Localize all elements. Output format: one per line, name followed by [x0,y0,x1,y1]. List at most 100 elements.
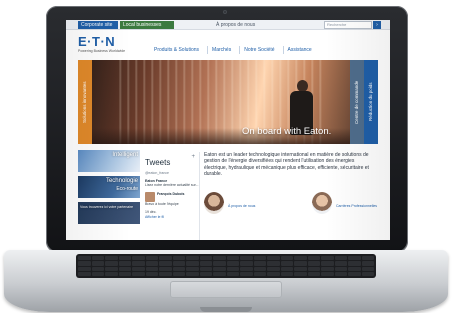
tweets-handle[interactable]: @eaton_france [145,171,199,175]
keyboard-key [132,271,145,276]
keyboard-key [280,256,293,261]
keyboard-key [334,271,347,276]
keyboard-key [267,266,280,271]
keyboard-key [118,256,131,261]
keyboard-key [321,266,334,271]
keyboard-key [118,271,131,276]
tweet-item[interactable]: François Dubois Bravo à toute l'équipe [145,191,199,206]
keyboard-key [145,256,158,261]
about-text: Eaton est un leader technologique intern… [204,152,369,177]
keyboard-key [78,271,91,276]
keyboard-key [321,261,334,266]
keyboard-key [199,271,212,276]
keyboard-key [118,266,131,271]
keyboard-key [226,271,239,276]
keyboard-key [145,266,158,271]
tweet-item[interactable]: Eaton France Lisez notre dernière actual… [145,179,199,188]
careers-person-icon[interactable] [312,192,332,214]
keyboard-key [186,266,199,271]
tile-label: Technologie [105,178,138,184]
keyboard-key [348,261,361,266]
laptop-base [4,250,448,312]
keyboard-key [253,266,266,271]
keyboard-key [145,271,158,276]
keyboard-key [213,261,226,266]
twitter-widget: Tweets + @eaton_france Eaton France Lise… [145,152,200,240]
keyboard-key [253,256,266,261]
keyboard-key [132,256,145,261]
local-tab[interactable]: Local businesses [120,21,174,29]
keyboard [76,254,376,278]
hero-right-tab-1[interactable]: Centre de commande [350,60,364,144]
hero-banner[interactable]: Solutions innovantes Centre de commande … [78,60,378,144]
keyboard-key [280,266,293,271]
search-button[interactable]: › [373,21,381,29]
keyboard-key [267,261,280,266]
logo-tagline: Powering Business Worldwide [78,49,126,53]
keyboard-key [159,271,172,276]
hero-right-tab-2[interactable]: Réduction du poids [364,60,378,144]
nav-item-markets[interactable]: Marchés [207,46,235,54]
keyboard-key [361,256,374,261]
keyboard-key [226,256,239,261]
search-input[interactable]: Recherche [324,21,372,29]
tweet-text: Lisez notre dernière actualité sur... [145,183,199,188]
keyboard-key [132,266,145,271]
keyboard-key [78,256,91,261]
main-nav: Produits & Solutions Marchés Notre Socié… [150,46,316,54]
keyboard-key [321,271,334,276]
keyboard-key [91,266,104,271]
keyboard-key [348,271,361,276]
keyboard-key [105,261,118,266]
keyboard-key [159,261,172,266]
keyboard-key [213,266,226,271]
keyboard-key [253,271,266,276]
keyboard-key [334,256,347,261]
keyboard-key [118,261,131,266]
keyboard-key [334,261,347,266]
keyboard-key [213,271,226,276]
promo-tile-partner[interactable]: Vous trouverez ici votre partenaire [78,202,140,224]
keyboard-key [199,266,212,271]
promo-tile-intelligent[interactable]: Intelligent [78,150,140,172]
keyboard-key [267,271,280,276]
utility-bar: Corporate site Local businesses À propos… [66,20,390,30]
keyboard-key [240,261,253,266]
about-links: À propos de nous Carrières Professionnel… [204,192,377,216]
keyboard-key [348,266,361,271]
tile-sub: Eco-route [116,186,138,192]
keyboard-key [294,261,307,266]
keyboard-key [240,256,253,261]
follow-button[interactable]: + [191,154,195,160]
keyboard-key [145,261,158,266]
tweet-date: 19 déc. [145,210,157,215]
keyboard-key [105,266,118,271]
eaton-logo[interactable]: E·T·N [78,34,115,49]
tile-label: Vous trouverez ici votre partenaire [80,205,134,209]
keyboard-key [78,266,91,271]
keyboard-key [280,271,293,276]
about-person-icon[interactable] [204,192,224,214]
about-link-caption[interactable]: À propos de nous [228,204,255,208]
keyboard-key [159,266,172,271]
keyboard-key [307,266,320,271]
keyboard-key [294,271,307,276]
hero-left-tab[interactable]: Solutions innovantes [78,60,92,144]
keyboard-key [253,261,266,266]
about-link[interactable]: À propos de nous [216,21,255,29]
careers-link-caption[interactable]: Carrières Professionnelles [336,204,377,208]
keyboard-key [321,256,334,261]
keyboard-key [172,261,185,266]
keyboard-key [294,256,307,261]
keyboard-key [226,261,239,266]
tweet-text: Bravo à toute l'équipe [145,201,179,206]
promo-tile-technology[interactable]: Technologie Eco-route [78,176,140,198]
keyboard-key [294,266,307,271]
nav-item-support[interactable]: Assistance [282,46,316,54]
tweet-author: Eaton France [145,179,168,183]
tweet-more-link[interactable]: Afficher le fil [145,215,164,219]
corporate-tab[interactable]: Corporate site [78,21,118,29]
nav-item-company[interactable]: Notre Société [239,46,278,54]
nav-item-products[interactable]: Produits & Solutions [150,46,203,54]
site-header: E·T·N Powering Business Worldwide Produi… [66,30,390,60]
